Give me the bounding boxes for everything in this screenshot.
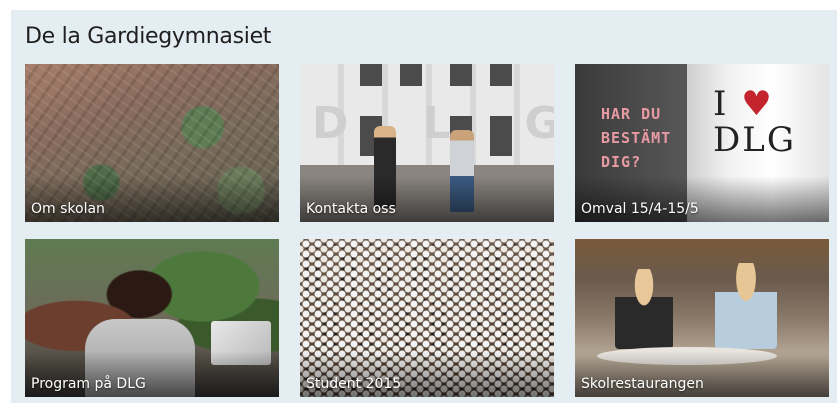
tile-label: Skolrestaurangen	[581, 376, 704, 392]
tile-kontakta-oss[interactable]: DLG Kontakta oss	[300, 64, 554, 222]
window	[490, 64, 512, 86]
tile-student-2015[interactable]: Student 2015	[300, 239, 554, 397]
poster-line: BESTÄMT	[601, 129, 672, 147]
tile-label: Om skolan	[31, 201, 105, 217]
tile-program[interactable]: Program på DLG	[25, 239, 279, 397]
tile-label: Omval 15/4-15/5	[581, 201, 699, 217]
tile-skolrestaurangen[interactable]: Skolrestaurangen	[575, 239, 829, 397]
tshirt-print: I ♥ DLG	[713, 86, 796, 158]
window	[400, 64, 422, 86]
shirt-dlg: DLG	[713, 120, 796, 160]
shirt-i: I	[713, 84, 729, 124]
person	[715, 263, 777, 349]
tile-label: Program på DLG	[31, 376, 146, 392]
tile-om-skolan[interactable]: Om skolan	[25, 64, 279, 222]
tile-label: Student 2015	[306, 376, 402, 392]
poster-line: HAR DU	[601, 105, 662, 123]
window	[360, 64, 382, 86]
page-title: De la Gardiegymnasiet	[25, 24, 272, 49]
news-panel: De la Gardiegymnasiet Om skolan DLG Kont…	[11, 10, 837, 403]
tile-label: Kontakta oss	[306, 201, 396, 217]
window	[450, 64, 472, 86]
tile-omval[interactable]: I ♥ DLG HAR DU BESTÄMT DIG? Omval 15/4-1…	[575, 64, 829, 222]
person	[615, 269, 673, 349]
building-letters: DLG	[312, 98, 554, 149]
heart-icon: ♥	[741, 84, 774, 124]
poster-text: HAR DU BESTÄMT DIG?	[601, 102, 671, 174]
poster-line: DIG?	[601, 153, 642, 171]
